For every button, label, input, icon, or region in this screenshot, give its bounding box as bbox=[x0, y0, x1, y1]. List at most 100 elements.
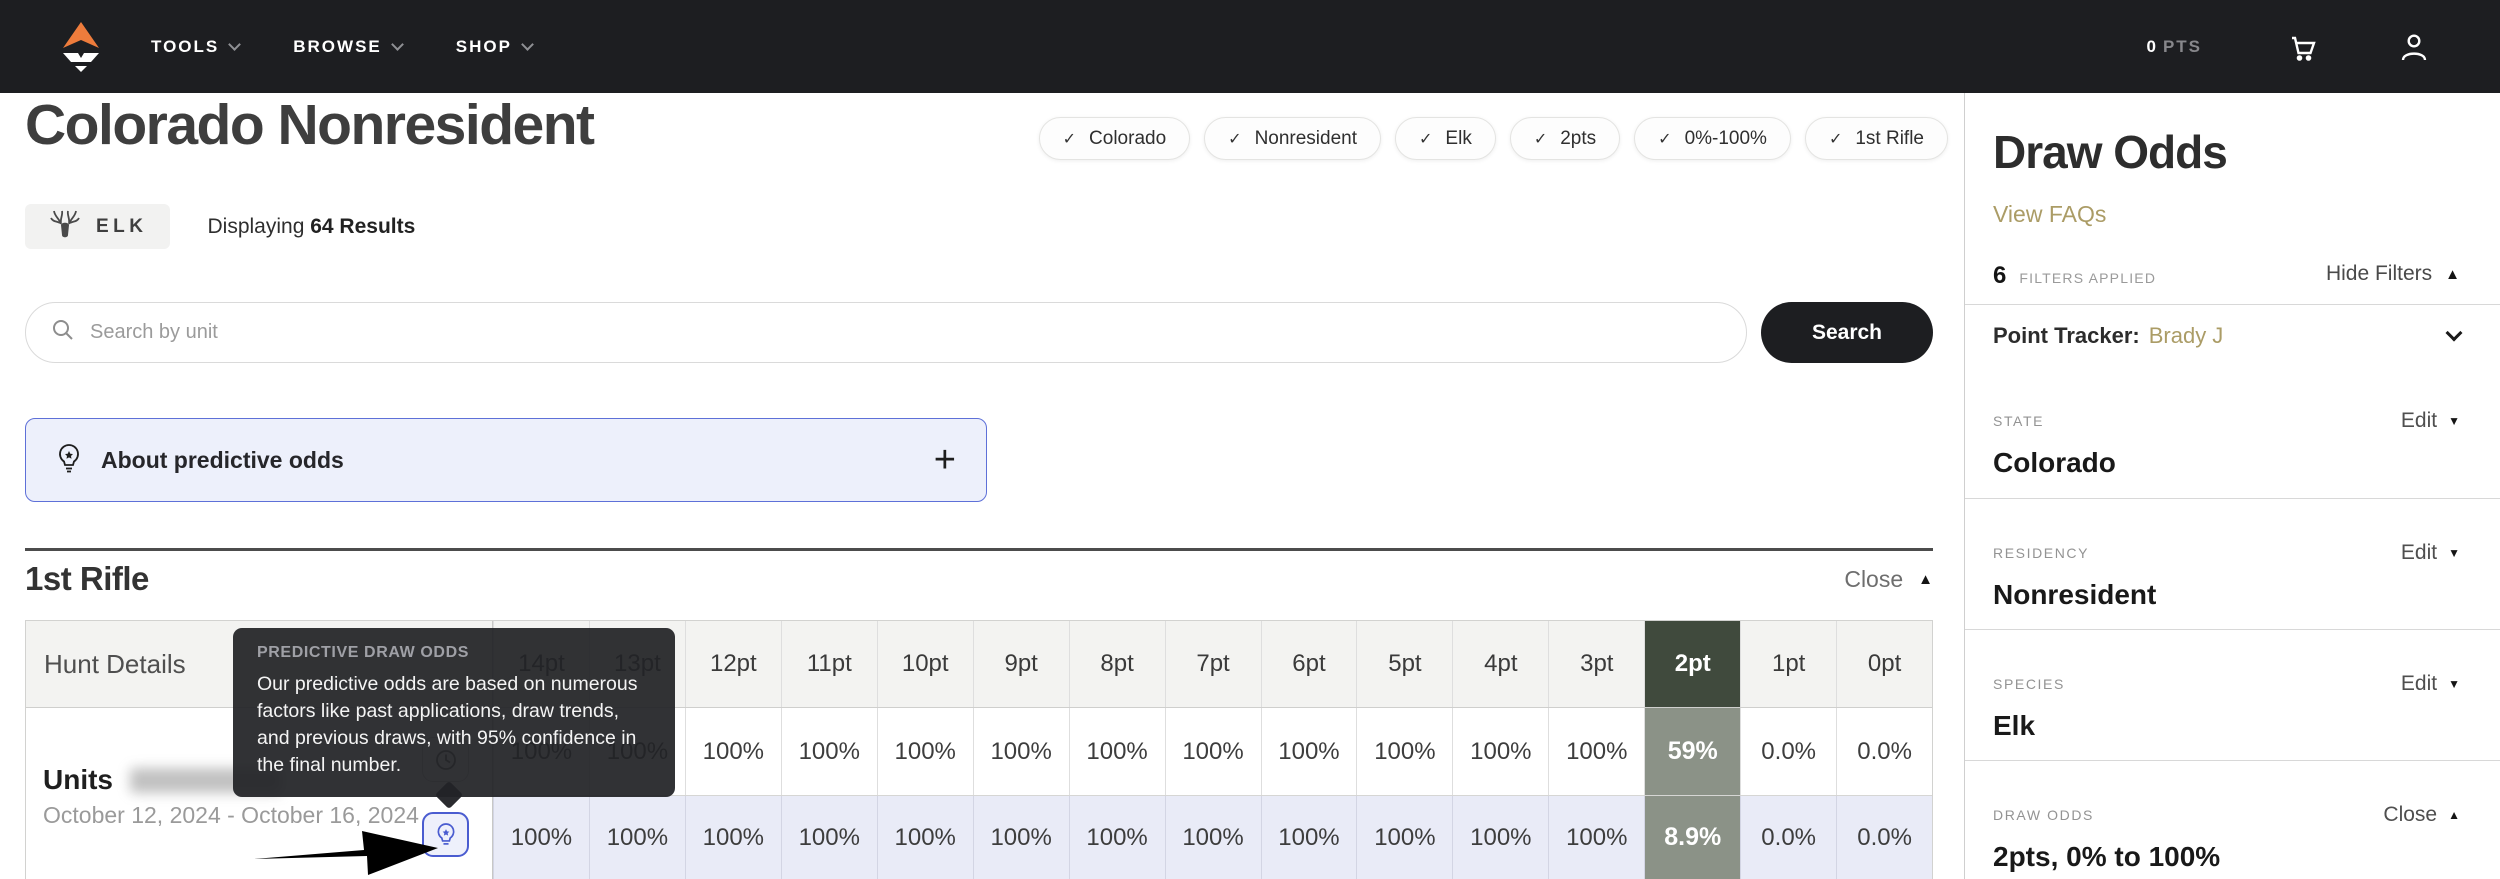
nav-menu: TOOLS BROWSE SHOP bbox=[151, 36, 534, 57]
odds-cell: 100% bbox=[1452, 796, 1548, 879]
section-edit-button[interactable]: Edit ▼ bbox=[2401, 409, 2460, 433]
section-label: STATE bbox=[1993, 413, 2045, 429]
caret-up-icon: ▲ bbox=[2448, 808, 2460, 822]
search-icon bbox=[51, 318, 75, 347]
odds-cell: 100% bbox=[1260, 708, 1357, 795]
chevron-down-icon bbox=[228, 37, 242, 51]
predictive-odds-tooltip: PREDICTIVE DRAW ODDS Our predictive odds… bbox=[233, 628, 675, 810]
filter-chip-label: Nonresident bbox=[1254, 127, 1358, 149]
section-edit-button[interactable]: Edit ▼ bbox=[2401, 541, 2460, 565]
filter-chip[interactable]: ✓ Elk bbox=[1395, 117, 1496, 160]
section-title: 1st Rifle bbox=[25, 560, 149, 597]
hide-filters-button[interactable]: Hide Filters ▲ bbox=[2326, 262, 2460, 286]
nav-item-browse[interactable]: BROWSE bbox=[293, 36, 404, 57]
section-header: 1st Rifle Close ▲ bbox=[25, 560, 1933, 598]
odds-cell: 0.0% bbox=[1740, 708, 1836, 795]
section-action-label: Edit bbox=[2400, 541, 2438, 564]
section-value: Elk bbox=[1993, 710, 2036, 741]
chevron-down-icon bbox=[2445, 324, 2463, 342]
odds-cell: 100% bbox=[876, 708, 973, 795]
point-column-header: 9pt bbox=[972, 621, 1069, 707]
species-badge: ELK bbox=[25, 204, 170, 249]
checkmark-icon: ✓ bbox=[1658, 130, 1672, 148]
odds-cell: 100% bbox=[1548, 708, 1644, 795]
section-action-label: Close bbox=[2383, 803, 2438, 826]
section-collapse-button[interactable]: Close ▲ bbox=[1844, 566, 1933, 593]
odds-cell: 100% bbox=[1068, 796, 1165, 879]
filter-chip-label: 0%-100% bbox=[1684, 127, 1767, 149]
search-row: Search bbox=[25, 302, 1933, 363]
odds-cell: 100% bbox=[684, 796, 781, 879]
points-label: PTS bbox=[2162, 36, 2202, 56]
odds-cell: 100% bbox=[780, 796, 877, 879]
sidebar-title: Draw Odds bbox=[1993, 126, 2228, 178]
odds-cell: 100% bbox=[972, 796, 1069, 879]
caret-down-icon: ▼ bbox=[2448, 546, 2460, 560]
nav-item-shop[interactable]: SHOP bbox=[455, 36, 534, 57]
filter-chip[interactable]: ✓ Colorado bbox=[1038, 117, 1191, 160]
odds-cell: 100% bbox=[684, 708, 781, 795]
filters-applied-label: FILTERS APPLIED bbox=[2019, 270, 2157, 286]
odds-cell: 100% bbox=[1548, 796, 1644, 879]
top-nav: TOOLS BROWSE SHOP 0 PTS bbox=[0, 0, 2500, 93]
points-value: 0 bbox=[2146, 36, 2158, 56]
annotation-arrow-icon bbox=[254, 831, 438, 875]
filter-chip[interactable]: ✓ 1st Rifle bbox=[1804, 117, 1948, 160]
point-column-header: 0pt bbox=[1836, 621, 1932, 707]
odds-cell: 100% bbox=[1356, 708, 1452, 795]
view-faqs-link[interactable]: View FAQs bbox=[1993, 201, 2106, 228]
checkmark-icon: ✓ bbox=[1533, 130, 1548, 148]
nav-item-tools[interactable]: TOOLS bbox=[151, 37, 242, 57]
caret-up-icon: ▲ bbox=[2445, 265, 2460, 283]
point-tracker-row[interactable]: Point Tracker: Brady J bbox=[1993, 305, 2463, 367]
section-header-row: RESIDENCY Edit ▼ bbox=[1993, 541, 2460, 565]
point-tracker-value: Brady J bbox=[2148, 323, 2224, 348]
points-indicator[interactable]: 0 PTS bbox=[2146, 37, 2202, 57]
filter-chip[interactable]: ✓ 2pts bbox=[1509, 117, 1621, 160]
nav-item-label: SHOP bbox=[455, 36, 512, 56]
section-edit-button[interactable]: Edit ▼ bbox=[2401, 672, 2460, 696]
point-column-header: 6pt bbox=[1260, 621, 1357, 707]
odds-cell: 100% bbox=[780, 708, 877, 795]
tooltip-body: Our predictive odds are based on numerou… bbox=[257, 673, 638, 776]
caret-down-icon: ▼ bbox=[2448, 414, 2460, 428]
badge-row: ELK Displaying 64 Results bbox=[25, 204, 415, 249]
search-box bbox=[25, 302, 1747, 363]
section-close-button[interactable]: Close ▲ bbox=[2383, 803, 2460, 827]
lightbulb-icon bbox=[56, 443, 82, 478]
filters-sidebar: Draw Odds View FAQs 6 FILTERS APPLIED Hi… bbox=[1964, 93, 2500, 879]
section-value: Nonresident bbox=[1993, 579, 2157, 610]
chevron-down-icon bbox=[390, 37, 404, 51]
filter-chip-label: Colorado bbox=[1089, 127, 1167, 149]
filter-chip[interactable]: ✓ Nonresident bbox=[1204, 117, 1382, 160]
checkmark-icon: ✓ bbox=[1062, 130, 1077, 148]
checkmark-icon: ✓ bbox=[1419, 130, 1433, 148]
odds-cell: 100% bbox=[1164, 796, 1261, 879]
filter-chip[interactable]: ✓ 0%-100% bbox=[1634, 117, 1791, 160]
point-column-header: 8pt bbox=[1068, 621, 1165, 707]
sidebar-section-species: SPECIES Edit ▼ Elk bbox=[1965, 629, 2500, 760]
plus-icon: + bbox=[933, 439, 956, 481]
odds-cell: 100% bbox=[1068, 708, 1165, 795]
odds-cell: 100% bbox=[876, 796, 973, 879]
page-title: Colorado Nonresident bbox=[25, 93, 595, 157]
cart-icon[interactable] bbox=[2284, 31, 2316, 63]
odds-cell: 100% bbox=[1452, 708, 1548, 795]
filter-chip-label: 1st Rifle bbox=[1855, 127, 1924, 149]
results-count: Displaying 64 Results bbox=[207, 214, 416, 238]
filter-chips: ✓ Colorado ✓ Nonresident ✓ Elk ✓ 2pts ✓ 0%-100% ✓ 1… bbox=[1038, 117, 1948, 160]
predictive-odds-row: 100% 100% 100% 100% 100% 100% 100% 100% 100% 100%… bbox=[493, 796, 1932, 879]
point-column-header: 3pt bbox=[1548, 621, 1644, 707]
nav-right: 0 PTS bbox=[2146, 31, 2430, 63]
odds-cell: 100% bbox=[972, 708, 1069, 795]
point-column-header: 5pt bbox=[1356, 621, 1452, 707]
page: TOOLS BROWSE SHOP 0 PTS Colorado Nonresiden… bbox=[0, 0, 2500, 879]
gohunt-logo-icon[interactable] bbox=[55, 21, 107, 73]
odds-cell: 100% bbox=[1164, 708, 1261, 795]
search-button[interactable]: Search bbox=[1761, 302, 1933, 363]
account-icon[interactable] bbox=[2398, 31, 2430, 63]
about-predictive-odds[interactable]: About predictive odds + bbox=[25, 418, 987, 502]
nav-item-label: BROWSE bbox=[293, 36, 382, 56]
search-input[interactable] bbox=[90, 321, 1721, 344]
odds-cell: 100% bbox=[1356, 796, 1452, 879]
